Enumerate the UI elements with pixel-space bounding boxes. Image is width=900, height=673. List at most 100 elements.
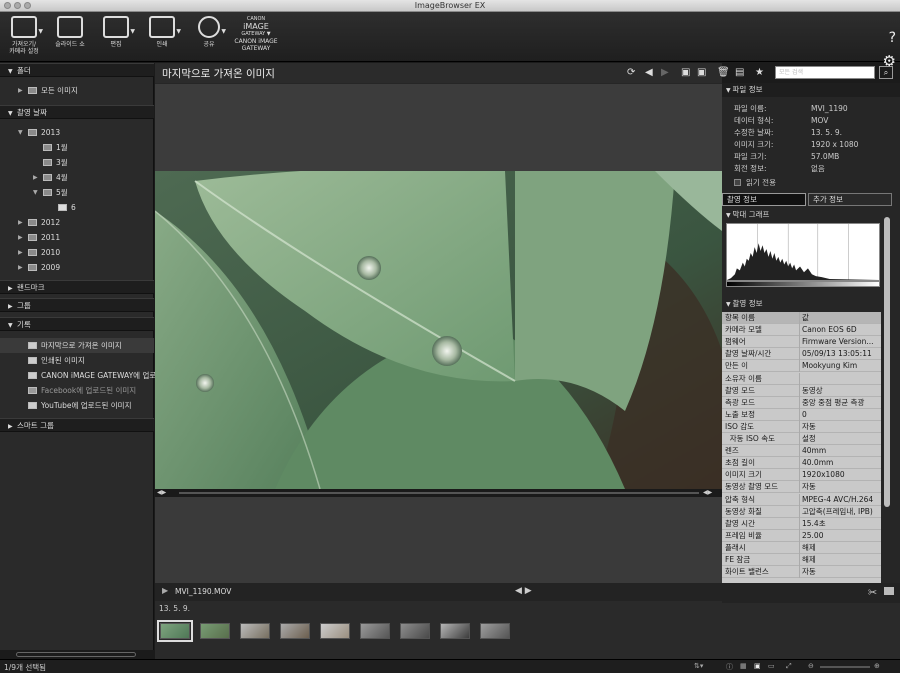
fit-icon[interactable]: ⤢ [786,662,792,671]
tab-shooting-info[interactable]: 촬영 정보 [722,193,806,206]
date-label: 2012 [41,218,61,227]
file-info-header[interactable]: ▼ 파일 정보 [722,83,900,97]
thumbnail[interactable] [280,623,310,639]
thumbnail[interactable] [240,623,270,639]
trash-icon[interactable]: 🗑 [717,67,730,78]
table-row: 이미지 크기 1920x1080 [722,469,881,482]
read-only-checkbox[interactable]: 읽기 전용 [734,177,776,188]
canon-image-gateway-button[interactable]: CANON iMAGE GATEWAY ▼ CANON iMAGE GATEWAY [232,16,280,52]
thumbnail[interactable] [320,623,350,639]
sidebar-item-all-images[interactable]: ▶ 모든 이미지 [0,83,154,98]
table-row: 렌즈 40mm [722,445,881,458]
current-file-name: MVI_1190.MOV [175,587,232,596]
sidebar-section-records[interactable]: ▼ 기록 [0,317,154,331]
full-view-icon[interactable]: ▭ [768,662,775,670]
thumbnail[interactable] [200,623,230,639]
sidebar-horizontal-scrollbar[interactable] [0,650,154,659]
scrollbar-thumb[interactable] [884,217,890,507]
view-mode-icon[interactable]: ▣ [681,67,690,78]
date-item-2012[interactable]: ▶ 2012 [0,215,154,230]
sidebar-section-folders[interactable]: ▼ 폴더 [0,63,154,77]
sort-order-icon[interactable]: ⇅▾ [694,662,703,670]
zoom-slider[interactable] [820,666,870,668]
file-info-row: 회전 정보: 없음 [734,163,894,175]
file-info-row: 이미지 크기: 1920 x 1080 [734,139,894,151]
edit-button[interactable]: ▼ 편집 [98,16,135,48]
date-item-2013[interactable]: ▼ 2013 [0,125,154,140]
video-playback-bar[interactable]: ◀▶ ◀▶ [155,489,722,497]
previous-image-icon[interactable]: ◀ [515,586,522,596]
rotate-left-icon[interactable]: ◀ [645,67,653,78]
file-navigation[interactable]: ◀ ▶ [515,586,532,596]
thumbnail[interactable] [157,620,193,642]
toolbar-label: 슬라이드 쇼 [55,41,85,48]
cell-value: 자동 [802,482,816,492]
date-item-mar[interactable]: 3월 [0,155,154,170]
import-camera-settings-button[interactable]: ▼ 가져오기/ 카메라 설정 [5,16,43,55]
thumbnail[interactable] [400,623,430,639]
search-input[interactable]: 모든 검색 [775,66,875,79]
folder-icon[interactable] [884,587,894,595]
sidebar-section-landmarks[interactable]: ▶ 랜드마크 [0,280,154,294]
step-frame-icon[interactable]: ◀▶ [703,489,712,496]
grid-view-icon[interactable]: ▦ [740,662,747,670]
table-row: 카메라 모델 Canon EOS 6D [722,324,881,337]
record-item-youtube-upload[interactable]: YouTube에 업로드된 이미지 [0,398,154,413]
print-button[interactable]: ▼ 인쇄 [146,16,181,48]
cell-value: 자동 [802,567,816,577]
folder-icon [28,249,37,256]
preview-view-icon[interactable]: ▣ [754,662,761,670]
record-item-gateway-upload[interactable]: CANON iMAGE GATEWAY에 업로 [0,368,156,383]
cell-key: 펌웨어 [725,337,746,347]
search-icon[interactable]: ⌕ [879,66,893,79]
sidebar-section-smart-groups[interactable]: ▶ 스마트 그룹 [0,418,154,432]
record-item-printed[interactable]: 인쇄된 이미지 [0,353,154,368]
date-item-2009[interactable]: ▶ 2009 [0,260,154,275]
cell-value: 0 [802,409,807,419]
date-item-2011[interactable]: ▶ 2011 [0,230,154,245]
refresh-icon[interactable]: ⟳ [627,67,635,78]
checkbox-box[interactable] [734,179,741,186]
sidebar-section-groups[interactable]: ▶ 그룹 [0,298,154,312]
thumbnail[interactable] [480,623,510,639]
rating-filter-icon[interactable]: ★ [755,67,764,78]
cell-key: 화이트 밸런스 [725,567,769,577]
date-item-jan[interactable]: 1월 [0,140,154,155]
cell-key: 측광 모드 [725,397,755,407]
shooting-info-table: 항목 이름 값 카메라 모델 Canon EOS 6D 펌웨어 Firmware Ve… [722,312,881,583]
info-icon[interactable]: ⓘ [726,662,733,672]
help-icon[interactable]: ? [889,30,896,46]
section-label: 랜드마크 [17,283,45,292]
play-icon[interactable]: ◀▶ [157,489,166,496]
thumbnail[interactable] [440,623,470,639]
record-item-facebook-upload[interactable]: Facebook에 업로드된 이미지 [0,383,154,398]
info-value: 13. 5. 9. [811,128,843,137]
zoom-out-icon[interactable]: ⊖ [808,662,814,670]
date-item-apr[interactable]: ▶ 4월 [0,170,154,185]
thumbnail[interactable] [360,623,390,639]
compare-icon[interactable]: ▣ [697,67,706,78]
histogram-header[interactable]: ▼ 막대 그래프 [726,209,769,220]
sidebar-section-shoot-date[interactable]: ▼ 촬영 날짜 [0,105,154,119]
next-image-icon[interactable]: ▶ [525,586,532,596]
share-button[interactable]: ▼ 공유 [193,16,226,48]
record-item-last-imported[interactable]: 마지막으로 가져온 이미지 [0,338,154,353]
cell-value: 25.00 [802,530,824,540]
sort-icon[interactable]: ▤ [735,67,744,78]
date-item-may[interactable]: ▼ 5월 [0,185,154,200]
camera-icon: ▼ [11,16,43,38]
scissors-icon[interactable]: ✂ [868,586,877,599]
date-item-day-6[interactable]: 6 [0,200,154,215]
info-panel-scrollbar[interactable] [883,205,891,585]
date-item-2010[interactable]: ▶ 2010 [0,245,154,260]
cell-key: 자동 ISO 속도 [725,434,776,443]
shooting-info-header[interactable]: ▼ 촬영 정보 [726,298,763,309]
zoom-in-icon[interactable]: ⊕ [874,662,880,670]
tab-extra-info[interactable]: 추가 정보 [808,193,892,206]
section-label: 그룹 [17,301,31,310]
slideshow-button[interactable]: 슬라이드 쇼 [51,16,89,48]
scrollbar-thumb[interactable] [16,652,136,657]
table-row: 소유자 이름 [722,372,881,385]
rotate-right-icon[interactable]: ▶ [661,67,669,78]
video-seek-slider[interactable] [179,492,699,494]
